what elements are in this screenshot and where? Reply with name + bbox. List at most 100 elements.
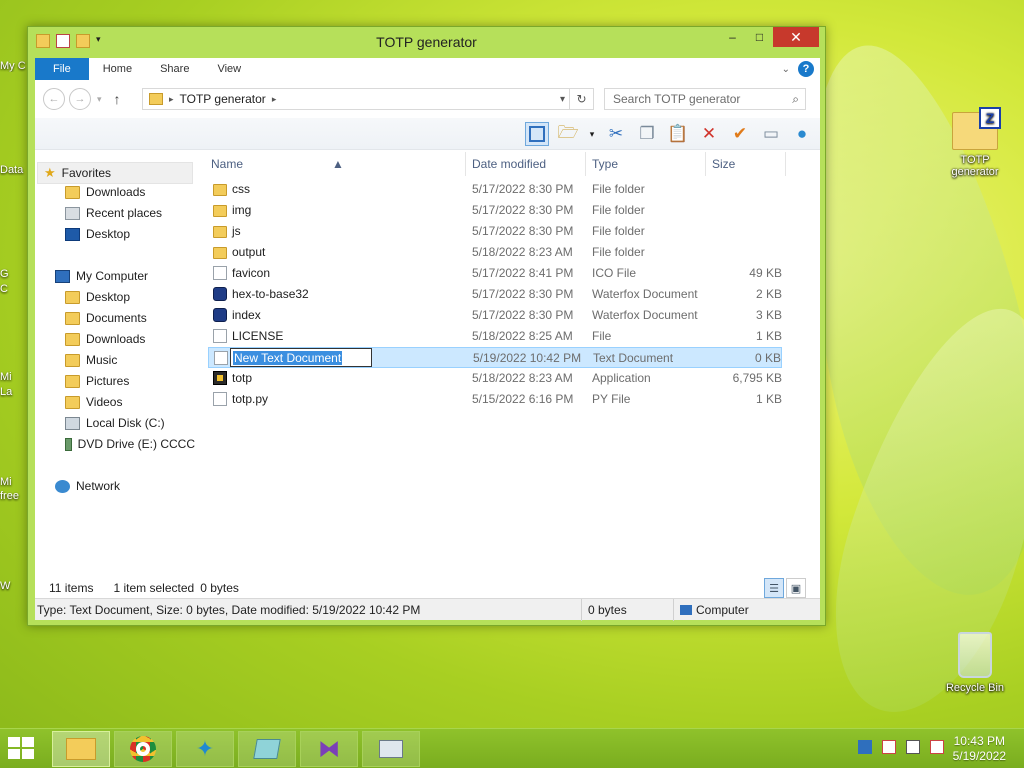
dropdown-button[interactable]: ▾ [587,122,597,146]
preview-pane-icon [529,126,545,142]
expand-ribbon-icon[interactable]: ⌄ [782,64,790,75]
details-bar: Type: Text Document, Size: 0 bytes, Date… [35,598,820,621]
large-icons-view-button[interactable]: ▣ [786,578,806,598]
desktop-icon-partial[interactable]: C [0,283,12,295]
file-row[interactable]: output 5/18/2022 8:23 AM File folder [208,242,782,263]
nav-item-desktop[interactable]: Desktop [65,290,130,304]
file-row[interactable]: totp.py 5/15/2022 6:16 PM PY File 1 KB [208,389,782,410]
title-bar[interactable]: ▾ TOTP generator – □ ✕ [28,27,825,57]
taskbar: ✦ ⧓ 10:43 PM 5/19/2022 [0,728,1024,768]
taskbar-waterfox[interactable]: ✦ [176,731,234,767]
breadcrumb-item[interactable]: TOTP generator [180,92,266,106]
preview-pane-button[interactable] [525,122,549,146]
file-row[interactable]: LICENSE 5/18/2022 8:25 AM File 1 KB [208,326,782,347]
select-all-button[interactable]: ▭ [759,122,783,146]
column-header-size[interactable]: Size [712,157,735,171]
downloads-icon [65,332,80,346]
taskbar-app[interactable] [362,731,420,767]
nav-item-pictures[interactable]: Pictures [65,374,129,388]
address-bar[interactable]: ▸ TOTP generator ▸ ▾ [142,88,570,110]
show-hidden-icon[interactable] [858,740,872,754]
network-tray-icon[interactable] [906,740,920,754]
clock[interactable]: 10:43 PM 5/19/2022 [953,734,1006,764]
refresh-button[interactable]: ↻ [570,88,594,110]
desktop-icon-partial[interactable]: Mi [0,476,18,488]
breadcrumb-separator-icon[interactable]: ▸ [272,94,277,105]
nav-item-downloads[interactable]: Downloads [65,185,145,199]
music-icon [65,353,80,367]
desktop-icon-partial[interactable]: My C [0,60,30,72]
globe-icon[interactable]: ● [790,122,814,146]
cut-button[interactable]: ✂ [604,122,628,146]
tab-home[interactable]: Home [89,58,146,80]
start-button[interactable] [8,737,36,761]
search-input[interactable]: Search TOTP generator ⌕ [604,88,806,110]
nav-favorites[interactable]: ★ Favorites [37,162,193,184]
file-row-selected[interactable]: New Text Document 5/19/2022 10:42 PM Tex… [208,347,782,368]
column-header-name[interactable]: Name [211,157,243,171]
desktop-icon-partial[interactable]: free [0,490,24,502]
breadcrumb-separator-icon[interactable]: ▸ [169,94,174,105]
file-row[interactable]: favicon 5/17/2022 8:41 PM ICO File 49 KB [208,263,782,284]
file-row[interactable]: js 5/17/2022 8:30 PM File folder [208,221,782,242]
taskbar-app[interactable] [238,731,296,767]
column-header-date[interactable]: Date modified [472,157,546,171]
file-row[interactable]: img 5/17/2022 8:30 PM File folder [208,200,782,221]
taskbar-visual-studio[interactable]: ⧓ [300,731,358,767]
desktop-icon-totp-zip[interactable]: Z TOTP generator [940,107,1010,178]
help-icon[interactable]: ? [798,61,814,77]
paste-button[interactable]: 📋 [666,122,690,146]
properties-button[interactable]: 🗁 [556,122,580,146]
desktop-icon-partial[interactable]: G [0,268,14,280]
nav-item-dvd-drive[interactable]: DVD Drive (E:) CCCC [65,437,195,451]
details-location: Computer [680,603,749,617]
column-divider[interactable] [585,152,586,176]
nav-item-local-disk[interactable]: Local Disk (C:) [65,416,165,430]
copy-button[interactable]: ❐ [635,122,659,146]
nav-item-desktop[interactable]: Desktop [65,227,130,241]
delete-button[interactable]: ✕ [697,122,721,146]
address-dropdown-icon[interactable]: ▾ [560,94,569,105]
nav-item-videos[interactable]: Videos [65,395,122,409]
nav-item-music[interactable]: Music [65,353,117,367]
file-row[interactable]: hex-to-base32 5/17/2022 8:30 PM Waterfox… [208,284,782,305]
rename-input[interactable]: New Text Document [230,348,372,367]
taskbar-chrome[interactable] [114,731,172,767]
tab-view[interactable]: View [203,58,255,80]
desktop-icon-partial[interactable]: Mi [0,371,16,383]
column-divider[interactable] [705,152,706,176]
tab-share[interactable]: Share [146,58,203,80]
maximize-button[interactable]: □ [746,27,773,47]
flag-icon[interactable] [882,740,896,754]
forward-button[interactable]: → [69,88,91,110]
desktop-icon-partial[interactable]: W [0,580,14,592]
file-row[interactable]: totp 5/18/2022 8:23 AM Application 6,795… [208,368,782,389]
taskbar-file-explorer[interactable] [52,731,110,767]
volume-muted-icon[interactable] [930,740,944,754]
back-button[interactable]: ← [43,88,65,110]
column-divider[interactable] [465,152,466,176]
desktop-icon-recycle-bin[interactable]: Recycle Bin [940,632,1010,694]
nav-item-recent-places[interactable]: Recent places [65,206,162,220]
desktop-icon-partial[interactable]: La [0,386,16,398]
item-count: 11 items [49,581,94,595]
nav-item-downloads[interactable]: Downloads [65,332,145,346]
tab-file[interactable]: File [35,58,89,80]
minimize-button[interactable]: – [719,27,746,47]
up-button[interactable]: ↑ [114,91,121,107]
column-header-type[interactable]: Type [592,157,618,171]
file-row[interactable]: index 5/17/2022 8:30 PM Waterfox Documen… [208,305,782,326]
column-divider[interactable] [785,152,786,176]
details-view-button[interactable]: ☰ [764,578,784,598]
rename-button[interactable]: ✔ [728,122,752,146]
desktop-icon-partial[interactable]: Data [0,164,30,176]
close-button[interactable]: ✕ [773,27,819,47]
nav-my-computer[interactable]: My Computer [55,269,148,283]
file-row[interactable]: css 5/17/2022 8:30 PM File folder [208,179,782,200]
windows-logo-icon [22,749,34,759]
nav-network[interactable]: Network [55,479,120,493]
document-icon [213,266,227,280]
recent-locations-button[interactable]: ▾ [97,94,102,105]
nav-item-documents[interactable]: Documents [65,311,147,325]
videos-icon [65,395,80,409]
